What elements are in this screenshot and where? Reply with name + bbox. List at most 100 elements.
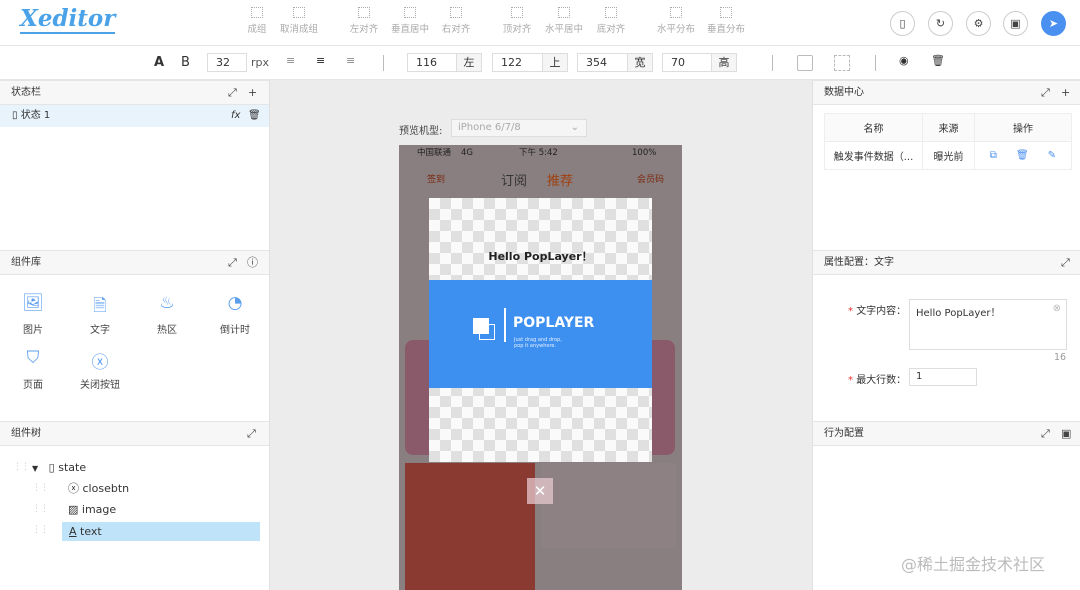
settings-button[interactable]: ⚙ xyxy=(966,11,991,36)
drag-handle-icon[interactable]: ⋮⋮ xyxy=(32,525,49,535)
lib-label: 热区 xyxy=(157,325,177,336)
new-file-button[interactable]: ▯ xyxy=(890,11,915,36)
divider xyxy=(875,55,876,71)
expand-icon[interactable]: ⤢ xyxy=(247,422,256,446)
lib-label: 页面 xyxy=(23,380,43,391)
align-right-label: 右对齐 xyxy=(441,24,471,35)
caret-down-icon: ▼ xyxy=(32,464,39,473)
tree-node-text[interactable]: A text xyxy=(62,522,260,541)
lib-item-page[interactable]: ⛉ 页面 xyxy=(3,348,63,391)
drag-handle-icon[interactable]: ⋮⋮ xyxy=(32,483,49,493)
divider xyxy=(504,308,506,342)
ungroup-button[interactable]: 取消成组 xyxy=(271,7,327,35)
top-unit: 上 xyxy=(542,53,568,72)
expand-icon[interactable]: ⤢ xyxy=(1041,422,1050,446)
add-icon[interactable]: + xyxy=(248,81,257,105)
tree-node-label: closebtn xyxy=(82,482,130,495)
send-icon: ➤ xyxy=(1048,17,1059,30)
distribute-h-label: 水平分布 xyxy=(656,24,695,35)
refresh-button[interactable]: ↻ xyxy=(928,11,953,36)
max-lines-input[interactable]: 1 xyxy=(909,368,977,386)
drag-handle-icon[interactable]: ⋮⋮ xyxy=(32,504,49,514)
add-icon[interactable]: + xyxy=(1061,81,1070,105)
popup-text[interactable]: Hello PopLayer！ xyxy=(429,248,652,264)
lib-item-closebtn[interactable]: ⓧ 关闭按钮 xyxy=(70,348,130,391)
save-button[interactable]: ▣ xyxy=(1003,11,1028,36)
image-icon: ▨ xyxy=(68,503,79,516)
table-row: 触发事件数据（... 曝光前 ⧉ 🗑 ✎ xyxy=(824,141,1072,170)
lib-item-hotspot[interactable]: ♨ 热区 xyxy=(137,293,197,336)
dashboard-icon: ◔ xyxy=(227,293,243,313)
gear-icon: ⚙ xyxy=(973,17,984,30)
distribute-h-button[interactable]: 水平分布 xyxy=(648,7,704,35)
device-value: iPhone 6/7/8 xyxy=(458,122,521,133)
file-icon: ▯ xyxy=(899,17,906,30)
banner-sub: pop it anywhere. xyxy=(514,343,557,349)
ungroup-label: 取消成组 xyxy=(279,24,318,35)
trash-icon[interactable]: 🗑 xyxy=(1016,150,1029,161)
text-content-textarea[interactable]: Hello PopLayer！ ⊗ xyxy=(909,299,1067,350)
publish-button[interactable]: ➤ xyxy=(1041,11,1066,36)
distribute-v-button[interactable]: 垂直分布 xyxy=(698,7,754,35)
lib-item-countdown[interactable]: ◔ 倒计时 xyxy=(205,293,265,336)
font-size-input[interactable]: 32 xyxy=(207,53,247,72)
left-input[interactable]: 116 xyxy=(407,53,457,72)
help-icon[interactable]: ⓘ xyxy=(247,251,258,275)
align-bottom-button[interactable]: 底对齐 xyxy=(583,7,639,35)
char-count: 16 xyxy=(1054,352,1067,363)
copy-icon[interactable]: ⧉ xyxy=(990,150,997,161)
height-input[interactable]: 70 xyxy=(662,53,712,72)
column-header: 来源 xyxy=(922,113,975,142)
battery: 100% xyxy=(632,148,657,158)
state-panel-title: 状态栏 xyxy=(11,87,41,98)
column-header: 操作 xyxy=(974,113,1072,142)
file-icon: ▯ xyxy=(12,110,18,121)
width-input[interactable]: 354 xyxy=(577,53,628,72)
network: 4G xyxy=(461,148,473,158)
expand-icon[interactable]: ⤢ xyxy=(1041,81,1050,105)
state-item[interactable]: ▯ 状态 1 fx 🗑 xyxy=(0,105,269,127)
border-picker[interactable] xyxy=(834,55,850,71)
delete-icon[interactable]: 🗑 xyxy=(248,105,261,127)
save-icon[interactable]: ▣ xyxy=(1061,422,1071,446)
text-align-right-icon[interactable]: ≡ xyxy=(346,54,355,67)
edit-icon[interactable]: ✎ xyxy=(1048,150,1056,161)
group-label: 成组 xyxy=(247,24,267,35)
tree-node-image[interactable]: ▨ image xyxy=(68,500,116,519)
popup-layer[interactable]: Hello PopLayer！ POPLAYER Just drag and d… xyxy=(429,198,652,462)
fx-button[interactable]: fx xyxy=(231,105,240,127)
expand-icon[interactable]: ⤢ xyxy=(228,81,237,105)
expand-icon[interactable]: ⤢ xyxy=(228,251,237,275)
tree-node-label: text xyxy=(80,525,102,538)
clear-icon[interactable]: ⊗ xyxy=(1053,303,1061,314)
font-b-button[interactable]: B xyxy=(181,55,190,70)
drag-handle-icon[interactable]: ⋮⋮ xyxy=(13,462,30,472)
align-right-button[interactable]: 右对齐 xyxy=(428,7,484,35)
close-icon: ✕ xyxy=(533,482,547,500)
tab-recommend: 推荐 xyxy=(547,174,574,189)
popup-image[interactable]: POPLAYER Just drag and drop, pop it anyw… xyxy=(429,280,652,388)
expand-icon[interactable]: ⤢ xyxy=(1061,251,1070,275)
top-input[interactable]: 122 xyxy=(492,53,543,72)
tree-node-state[interactable]: ▼ ▯ state xyxy=(32,458,86,477)
align-bottom-label: 底对齐 xyxy=(596,24,626,35)
align-right-icon xyxy=(450,7,462,18)
font-bold-a-button[interactable]: A xyxy=(154,55,164,70)
background-color-picker[interactable] xyxy=(797,55,813,71)
text-align-center-icon[interactable]: ≡ xyxy=(316,54,325,67)
align-left-label: 左对齐 xyxy=(349,24,379,35)
data-center-title: 数据中心 xyxy=(824,87,864,98)
trash-icon[interactable]: 🗑 xyxy=(931,54,945,67)
tree-node-closebtn[interactable]: ⓧ closebtn xyxy=(68,479,129,498)
lib-item-text[interactable]: 🗎 文字 xyxy=(70,293,130,336)
height-unit: 高 xyxy=(711,53,737,72)
data-table: 名称 来源 操作 触发事件数据（... 曝光前 ⧉ 🗑 ✎ xyxy=(824,113,1072,170)
html5-icon: ⛉ xyxy=(26,348,40,368)
behavior-header: 行为配置 ⤢ ▣ xyxy=(813,421,1080,446)
popup-close-button[interactable]: ✕ xyxy=(527,478,553,504)
lib-item-image[interactable]: 🖼 图片 xyxy=(3,293,63,336)
text-align-left-icon[interactable]: ≡ xyxy=(286,54,295,67)
tree-panel-header: 组件树 ⤢ xyxy=(0,421,269,446)
device-select[interactable]: iPhone 6/7/8 ⌄ xyxy=(451,119,587,137)
eye-icon[interactable]: ◉ xyxy=(899,54,909,67)
